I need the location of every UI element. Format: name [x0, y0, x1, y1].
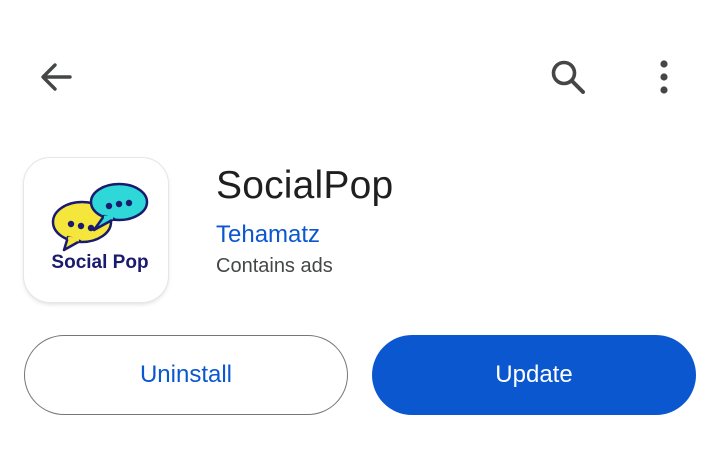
contains-ads-label: Contains ads — [216, 255, 333, 277]
uninstall-button[interactable]: Uninstall — [24, 335, 348, 415]
arrow-back-icon — [36, 57, 76, 97]
search-icon — [548, 57, 588, 97]
app-title: SocialPop — [216, 164, 394, 207]
back-button[interactable] — [28, 49, 84, 105]
update-button-label: Update — [495, 361, 573, 388]
app-icon-text: Social Pop — [51, 252, 148, 273]
developer-link[interactable]: Tehamatz — [216, 219, 320, 251]
update-button[interactable]: Update — [372, 335, 696, 415]
search-button[interactable] — [540, 49, 596, 105]
uninstall-button-label: Uninstall — [139, 361, 233, 388]
more-options-button[interactable] — [636, 49, 692, 105]
app-details-screen: Social Pop SocialPop Tehamatz Contains a… — [0, 0, 720, 475]
more-vertical-icon — [644, 57, 684, 97]
app-icon: Social Pop — [24, 158, 168, 302]
